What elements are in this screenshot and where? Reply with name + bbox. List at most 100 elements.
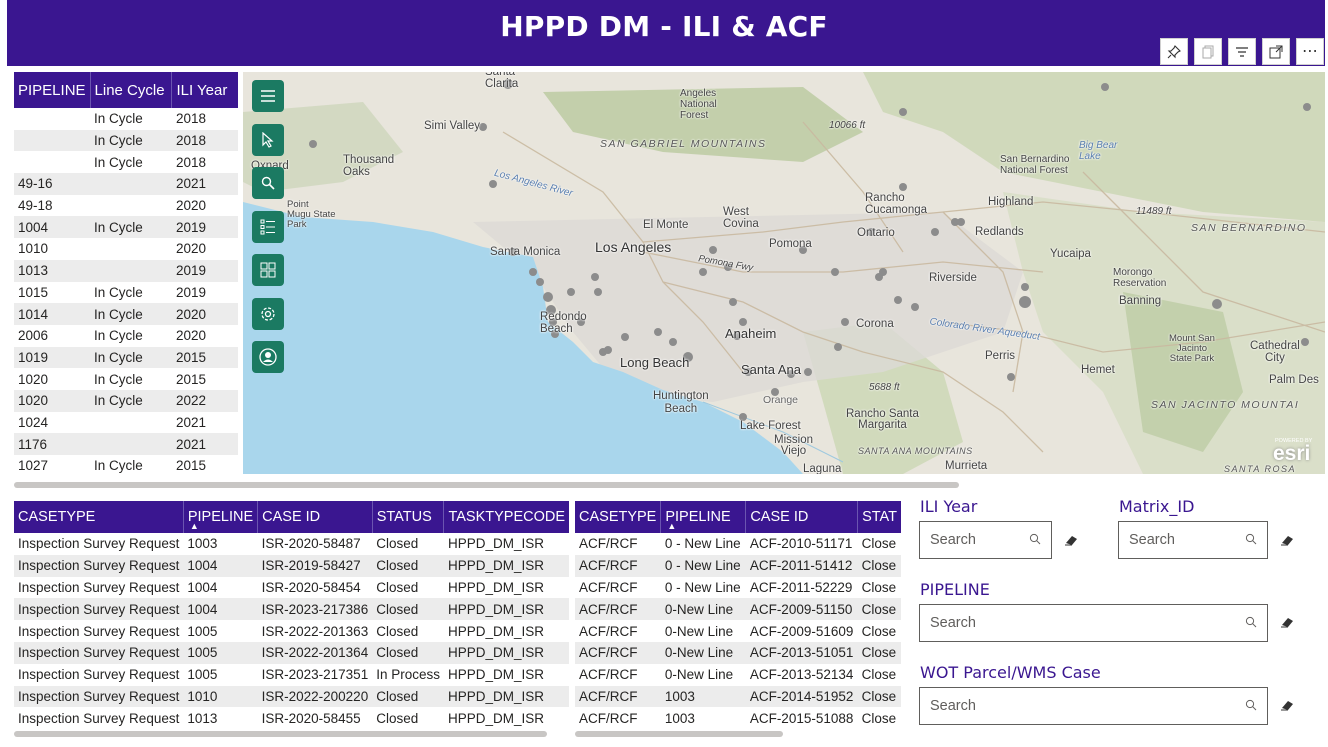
map-select-button[interactable]: [252, 124, 284, 156]
map-legend-button[interactable]: [252, 211, 284, 243]
column-header-tasktypecode[interactable]: TASKTYPECODE: [443, 501, 570, 533]
table-row[interactable]: Inspection Survey Request 1003 ISR-2020-58…: [14, 533, 570, 555]
clear-selections-icon[interactable]: [1280, 616, 1294, 628]
table-cell: Close: [857, 576, 901, 599]
table-cell: Inspection Survey Request: [14, 641, 184, 664]
table-row[interactable]: 1010 2020: [14, 238, 238, 260]
map-label-san-bernardino-forest: San Bernardino National Forest: [1000, 154, 1070, 176]
column-header-case-id[interactable]: CASE ID: [257, 501, 373, 533]
horizontal-scrollbar-top[interactable]: [14, 482, 959, 488]
table-cell: Inspection Survey Request: [14, 554, 184, 577]
table-row[interactable]: 1015 In Cycle 2019: [14, 282, 238, 304]
table-row[interactable]: In Cycle 2018: [14, 108, 238, 130]
settings-icon: [261, 307, 275, 321]
column-header-ili-year[interactable]: ILI Year: [171, 72, 238, 108]
table-cell: HPPD_DM_ISR: [443, 576, 570, 599]
table-row[interactable]: In Cycle 2018: [14, 129, 238, 152]
column-header-acf-casetype[interactable]: CASETYPE: [575, 501, 662, 533]
map-view[interactable]: Santa Clarita Angeles National Forest Simi …: [243, 72, 1325, 474]
table-row[interactable]: 1020 In Cycle 2015: [14, 368, 238, 390]
ili-year-search-input[interactable]: Search: [919, 521, 1052, 559]
table-row[interactable]: Inspection Survey Request 1010 ISR-2022-20…: [14, 685, 570, 708]
map-label-palm-desert: Palm Des: [1269, 374, 1319, 386]
table-row[interactable]: ACF/RCF 0-New Line ACF-2009-51609 Close: [575, 620, 901, 642]
table-row[interactable]: 1020 In Cycle 2022: [14, 389, 238, 412]
table-row[interactable]: 1027 In Cycle 2015: [14, 455, 238, 477]
table-row[interactable]: 49-16 2021: [14, 173, 238, 195]
acf-table-scrollbar[interactable]: [575, 731, 783, 737]
map-label-rancho-santa-margarita: Rancho Santa Margarita: [846, 408, 919, 431]
map-search-button[interactable]: [252, 167, 284, 199]
table-cell: HPPD_DM_ISR: [443, 554, 570, 577]
map-menu-button[interactable]: [252, 80, 284, 112]
clear-selections-icon[interactable]: [1064, 534, 1078, 546]
table-row[interactable]: In Cycle 2018: [14, 151, 238, 173]
table-row[interactable]: Inspection Survey Request 1013 ISR-2020-58…: [14, 707, 570, 730]
table-row[interactable]: 1019 In Cycle 2015: [14, 346, 238, 369]
table-row[interactable]: ACF/RCF 0 - New Line ACF-2011-51412 Close: [575, 554, 901, 577]
table-row[interactable]: ACF/RCF 1003 ACF-2015-51088 Close: [575, 707, 901, 730]
table-row[interactable]: 49-18 2020: [14, 195, 238, 217]
table-row[interactable]: 1014 In Cycle 2020: [14, 303, 238, 325]
table-cell: [90, 433, 172, 455]
table-cell: In Cycle: [94, 111, 143, 127]
table-row[interactable]: 2006 In Cycle 2020: [14, 325, 238, 347]
table-row[interactable]: ACF/RCF 1003 ACF-2014-51952 Close: [575, 685, 901, 708]
map-label-corona: Corona: [856, 318, 894, 330]
column-header-pipeline-sorted[interactable]: PIPELINE ▲: [183, 501, 259, 533]
pin-visual-button[interactable]: [1160, 38, 1188, 65]
table-cell: 49-16: [14, 173, 91, 195]
table-row[interactable]: ACF/RCF 0-New Line ACF-2009-51150 Close: [575, 598, 901, 621]
map-label-elevation-5688: 5688 ft: [869, 382, 900, 393]
table-row[interactable]: ACF/RCF 0-New Line ACF-2013-52134 Close: [575, 663, 901, 686]
table-cell: Close: [857, 663, 901, 686]
table-cell: ACF-2013-52134: [745, 663, 858, 686]
clear-selections-icon[interactable]: [1280, 699, 1294, 711]
column-header-acf-pipeline-sorted[interactable]: PIPELINE ▲: [660, 501, 747, 533]
table-row[interactable]: Inspection Survey Request 1005 ISR-2022-20…: [14, 620, 570, 642]
table-row[interactable]: Inspection Survey Request 1004 ISR-2020-58…: [14, 576, 570, 599]
copy-visual-button[interactable]: [1194, 38, 1222, 65]
table-cell: ACF-2010-51171: [745, 533, 858, 555]
table-row[interactable]: Inspection Survey Request 1005 ISR-2023-21…: [14, 663, 570, 686]
column-header-status[interactable]: STATUS: [372, 501, 445, 533]
table-row[interactable]: ACF/RCF 0 - New Line ACF-2011-52229 Close: [575, 576, 901, 599]
table-cell: HPPD_DM_ISR: [443, 685, 570, 708]
table-cell: 1003: [183, 533, 258, 555]
column-header-pipeline[interactable]: PIPELINE: [14, 72, 91, 108]
table-cell: 2019: [171, 259, 238, 282]
table-cell: 1176: [14, 433, 91, 455]
map-label-thousand-oaks: Thousand Oaks: [343, 154, 395, 178]
more-options-button[interactable]: ⋯: [1296, 38, 1324, 65]
table-cell: HPPD_DM_ISR: [443, 620, 570, 642]
column-header-line-cycle[interactable]: Line Cycle: [90, 72, 173, 108]
table-row[interactable]: 1004 In Cycle 2019: [14, 216, 238, 239]
table-row[interactable]: ACF/RCF 0 - New Line ACF-2010-51171 Close: [575, 533, 901, 555]
matrix-id-search-input[interactable]: Search: [1118, 521, 1268, 559]
wot-parcel-search-input[interactable]: Search: [919, 687, 1268, 725]
table-cell: ISR-2022-200220: [257, 685, 373, 708]
pipeline-search-input[interactable]: Search: [919, 604, 1268, 642]
table-cell: Close: [857, 554, 901, 577]
table-row[interactable]: ACF/RCF 0-New Line ACF-2013-51051 Close: [575, 641, 901, 664]
table-row[interactable]: 1013 2019: [14, 259, 238, 282]
table-row[interactable]: 1176 2021: [14, 433, 238, 455]
column-header-acf-status[interactable]: STAT: [857, 501, 901, 533]
table-cell: 2019: [175, 284, 206, 300]
table-row[interactable]: 1024 2021: [14, 412, 238, 434]
filter-visual-button[interactable]: [1228, 38, 1256, 65]
table-cell: 1003: [660, 707, 746, 730]
table-row[interactable]: Inspection Survey Request 1005 ISR-2022-20…: [14, 641, 570, 664]
clear-selections-icon[interactable]: [1280, 534, 1294, 546]
column-header-casetype[interactable]: CASETYPE: [14, 501, 184, 533]
isr-table-scrollbar[interactable]: [14, 731, 547, 737]
map-basemap-button[interactable]: [252, 254, 284, 286]
map-settings-button[interactable]: [252, 298, 284, 330]
column-header-acf-case-id[interactable]: CASE ID: [745, 501, 859, 533]
map-user-button[interactable]: [252, 341, 284, 373]
table-cell: Closed: [372, 641, 444, 664]
table-row[interactable]: Inspection Survey Request 1004 ISR-2023-21…: [14, 598, 570, 621]
focus-mode-button[interactable]: [1262, 38, 1290, 65]
table-cell: 2015: [175, 371, 206, 387]
table-row[interactable]: Inspection Survey Request 1004 ISR-2019-58…: [14, 554, 570, 577]
